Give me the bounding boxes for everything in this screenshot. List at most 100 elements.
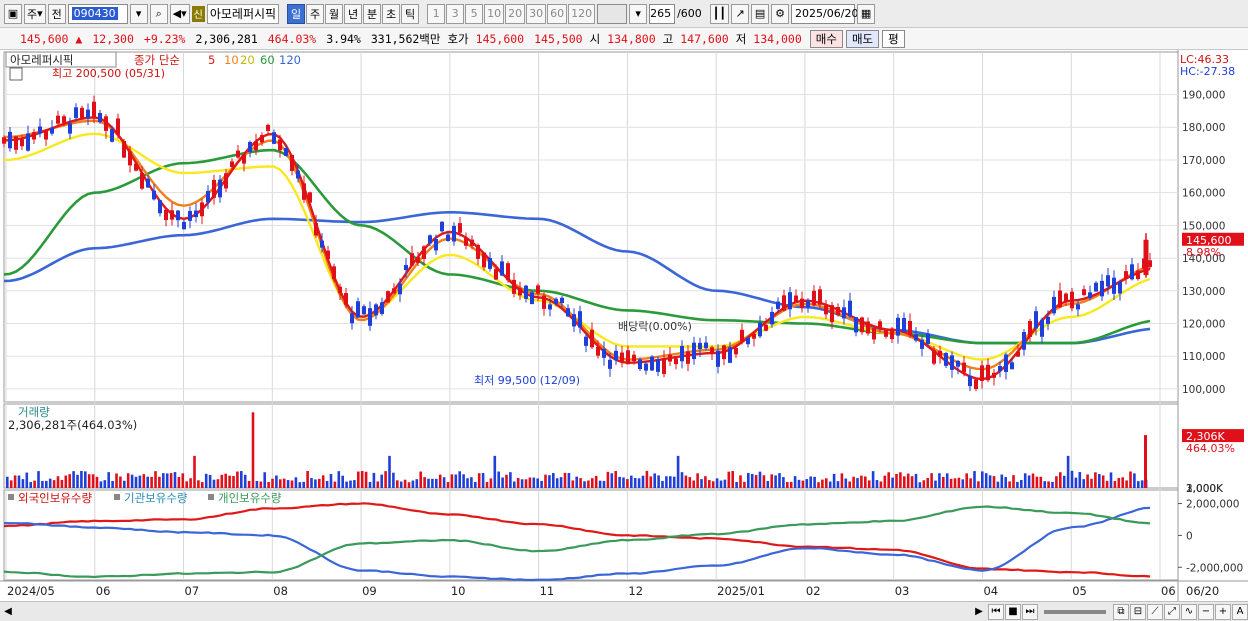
volume-bar xyxy=(637,478,641,488)
interval-button-20[interactable]: 20 xyxy=(505,3,526,24)
candle-body xyxy=(530,292,534,305)
speaker-icon[interactable]: ◀▾ xyxy=(169,3,190,24)
volume-bar xyxy=(1125,480,1128,488)
volume-bar xyxy=(708,480,711,488)
search-icon[interactable]: ⌕ xyxy=(149,3,168,24)
scroll-left-icon[interactable]: ◀ xyxy=(0,604,16,620)
grid-toggle-icon[interactable] xyxy=(9,67,23,81)
page-back-icon[interactable]: ⏮ xyxy=(988,603,1004,620)
layout-icon[interactable]: ⧉ xyxy=(1113,603,1129,620)
interval-button-3[interactable]: 3 xyxy=(446,3,465,24)
volume-bar xyxy=(310,478,313,488)
interval-input[interactable] xyxy=(597,3,628,24)
volume-bar xyxy=(87,474,91,488)
eval-button[interactable]: 평 xyxy=(882,29,905,48)
interval-dropdown-icon[interactable]: ▾ xyxy=(629,3,648,24)
volume-bar xyxy=(509,472,512,488)
period-select[interactable]: 주 ▾ xyxy=(24,3,46,24)
save-icon[interactable]: ▤ xyxy=(751,3,770,24)
volume-bar xyxy=(407,482,411,488)
volume-bar xyxy=(474,481,477,488)
interval-button-60[interactable]: 60 xyxy=(547,3,568,24)
period-button-1[interactable]: 주 xyxy=(306,3,325,24)
interval-button-5[interactable]: 5 xyxy=(465,3,484,24)
candle-body xyxy=(326,250,330,260)
holder-tick-label: 2,000,000 xyxy=(1186,499,1239,511)
volume-bar xyxy=(185,481,188,488)
stop-icon[interactable]: ■ xyxy=(1005,603,1021,620)
interval-button-1[interactable]: 1 xyxy=(427,3,446,24)
candle-body xyxy=(950,355,954,370)
volume-bar xyxy=(228,475,231,488)
period-button-3[interactable]: 년 xyxy=(344,3,363,24)
volume-bar xyxy=(747,472,750,488)
mode-select[interactable]: 전 xyxy=(47,3,66,24)
tool-wave-icon[interactable]: ∿ xyxy=(1181,603,1197,620)
volume-bar xyxy=(649,476,653,488)
volume-bar xyxy=(240,471,243,488)
period-button-4[interactable]: 분 xyxy=(363,3,382,24)
volume-bar xyxy=(403,479,407,488)
candle-body xyxy=(158,200,162,214)
volume-bar xyxy=(532,477,536,488)
scroll-track[interactable] xyxy=(16,605,971,619)
scroll-right-icon[interactable]: ▶ xyxy=(971,604,987,620)
volume-bar xyxy=(676,455,680,488)
volume-bar xyxy=(489,478,493,488)
scroll-bar[interactable]: ◀ ▶ ⏮ ■ ⏭ ⧉ ⊟ ⟋ ⤢ ∿ − + A xyxy=(0,601,1248,621)
candle-type-icon[interactable]: ┃┃ xyxy=(709,3,730,24)
interval-button-10[interactable]: 10 xyxy=(484,3,505,24)
drawing-tool-icon[interactable]: ↗ xyxy=(731,3,750,24)
candle xyxy=(332,263,336,282)
candle xyxy=(860,316,864,335)
buy-button[interactable]: 매수 xyxy=(809,29,843,48)
volume-bar xyxy=(1047,481,1050,488)
code-dropdown-icon[interactable]: ▾ xyxy=(129,3,148,24)
volume-bar xyxy=(173,472,177,488)
display-count-input[interactable]: 265 xyxy=(649,3,676,24)
tool-line-icon[interactable]: ⟋ xyxy=(1147,603,1163,620)
calendar-icon[interactable]: ▦ xyxy=(857,3,876,24)
zoom-slider[interactable] xyxy=(1044,609,1106,614)
candle-body xyxy=(620,352,624,362)
interval-button-30[interactable]: 30 xyxy=(526,3,547,24)
interval-button-120[interactable]: 120 xyxy=(568,3,596,24)
candle-body xyxy=(998,366,1002,372)
candle-body xyxy=(104,116,108,131)
volume-bar xyxy=(789,481,793,488)
stock-code-input[interactable]: 090430 xyxy=(67,3,128,24)
font-icon[interactable]: A xyxy=(1232,603,1248,620)
volume-bar xyxy=(1121,477,1124,488)
volume-bar xyxy=(805,479,809,488)
candle-body xyxy=(812,290,816,306)
candle-body xyxy=(788,292,792,310)
volume-title: 거래량 xyxy=(18,405,50,419)
price-chart[interactable]: 190,000180,000170,000160,000150,000140,0… xyxy=(0,50,1248,601)
zoom-out-icon[interactable]: − xyxy=(1198,603,1214,620)
candle-body xyxy=(416,257,420,263)
period-button-6[interactable]: 틱 xyxy=(401,3,420,24)
period-button-5[interactable]: 초 xyxy=(382,3,401,24)
volume-bar xyxy=(723,479,727,488)
sell-button[interactable]: 매도 xyxy=(845,29,880,48)
volume-bar xyxy=(177,477,181,488)
volume-bar xyxy=(232,476,235,488)
volume-bar xyxy=(591,478,594,488)
window-icon[interactable]: ▣ xyxy=(4,3,22,24)
tool-fib-icon[interactable]: ⤢ xyxy=(1164,603,1180,620)
volume-bar xyxy=(169,473,173,488)
play-forward-icon[interactable]: ⏭ xyxy=(1022,603,1038,620)
date-input[interactable]: 2025/06/20 xyxy=(791,3,858,24)
volume-bar xyxy=(828,481,832,488)
candle-body xyxy=(446,234,450,241)
trade-amount: 331,562백만 xyxy=(370,31,441,46)
candle-body xyxy=(500,261,504,276)
zoom-in-icon[interactable]: + xyxy=(1215,603,1231,620)
period-button-2[interactable]: 월 xyxy=(325,3,344,24)
period-button-0[interactable]: 일 xyxy=(287,3,306,24)
volume-bar xyxy=(918,482,922,488)
volume-bar xyxy=(641,475,645,488)
settings-gear-icon[interactable]: ⚙ xyxy=(771,3,790,24)
layout-split-icon[interactable]: ⊟ xyxy=(1130,603,1146,620)
candle-body xyxy=(434,239,438,251)
